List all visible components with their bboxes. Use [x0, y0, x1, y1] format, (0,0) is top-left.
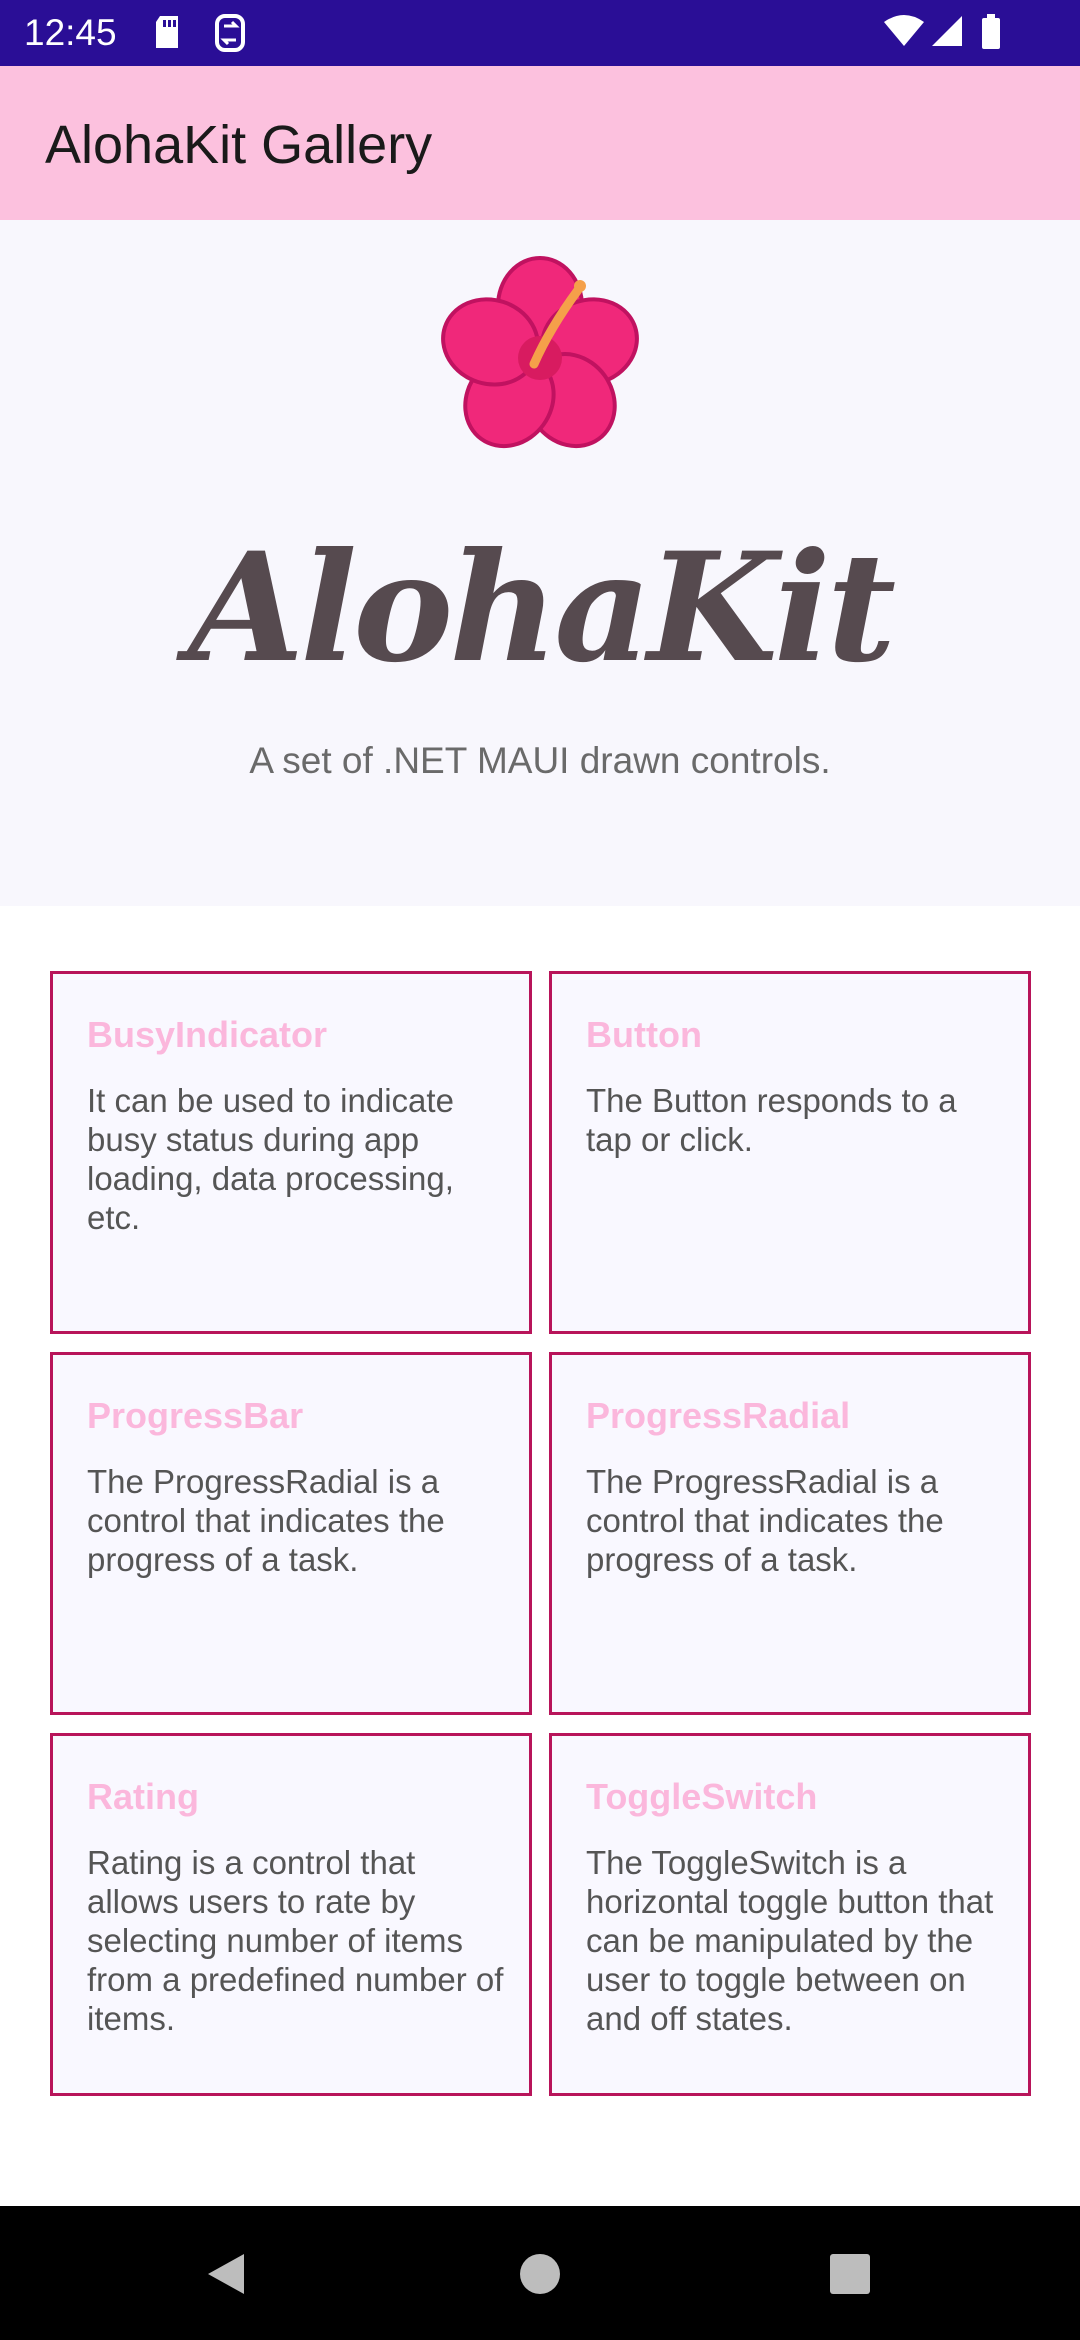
status-bar: 12:45: [0, 0, 1080, 66]
app-bar: AlohaKit Gallery: [0, 66, 1080, 220]
card-description: The ToggleSwitch is a horizontal toggle …: [586, 1844, 994, 2037]
sd-card-icon: [152, 14, 182, 55]
card-busyindicator[interactable]: BusyIndicator It can be used to indicate…: [50, 971, 532, 1334]
card-toggleswitch[interactable]: ToggleSwitch The ToggleSwitch is a horiz…: [549, 1733, 1031, 2096]
card-title: Button: [586, 1014, 702, 1055]
card-progressbar[interactable]: ProgressBar The ProgressRadial is a cont…: [50, 1352, 532, 1715]
card-button[interactable]: Button The Button responds to a tap or c…: [549, 971, 1031, 1334]
sim-sync-icon: [214, 14, 246, 57]
battery-icon: [980, 14, 1002, 55]
card-title: BusyIndicator: [87, 1014, 328, 1055]
recents-icon[interactable]: [830, 2254, 870, 2299]
tagline: A set of .NET MAUI drawn controls.: [249, 740, 831, 781]
hero-section: AlohaKit A set of .NET MAUI drawn contro…: [0, 220, 1080, 906]
card-description: The ProgressRadial is a control that ind…: [586, 1463, 944, 1578]
card-description: The Button responds to a tap or click.: [586, 1082, 957, 1158]
card-rating[interactable]: Rating Rating is a control that allows u…: [50, 1733, 532, 2096]
home-icon[interactable]: [519, 2253, 561, 2300]
wifi-icon: [882, 14, 926, 53]
back-icon[interactable]: [204, 2251, 248, 2302]
card-description: Rating is a control that allows users to…: [87, 1844, 504, 2037]
controls-grid: BusyIndicator It can be used to indicate…: [0, 906, 1080, 2206]
system-nav-bar: [0, 2206, 1080, 2340]
card-title: ProgressBar: [87, 1395, 304, 1436]
card-title: ToggleSwitch: [586, 1776, 818, 1817]
card-description: It can be used to indicate busy status d…: [87, 1082, 454, 1236]
hibiscus-icon: [432, 250, 648, 466]
alohakit-wordmark: AlohaKit: [187, 520, 896, 696]
card-description: The ProgressRadial is a control that ind…: [87, 1463, 445, 1578]
card-title: Rating: [87, 1776, 199, 1817]
cell-signal-icon: [930, 14, 964, 53]
app-title: AlohaKit Gallery: [45, 115, 433, 175]
card-title: ProgressRadial: [586, 1395, 851, 1436]
status-time: 12:45: [24, 12, 117, 53]
card-progressradial[interactable]: ProgressRadial The ProgressRadial is a c…: [549, 1352, 1031, 1715]
